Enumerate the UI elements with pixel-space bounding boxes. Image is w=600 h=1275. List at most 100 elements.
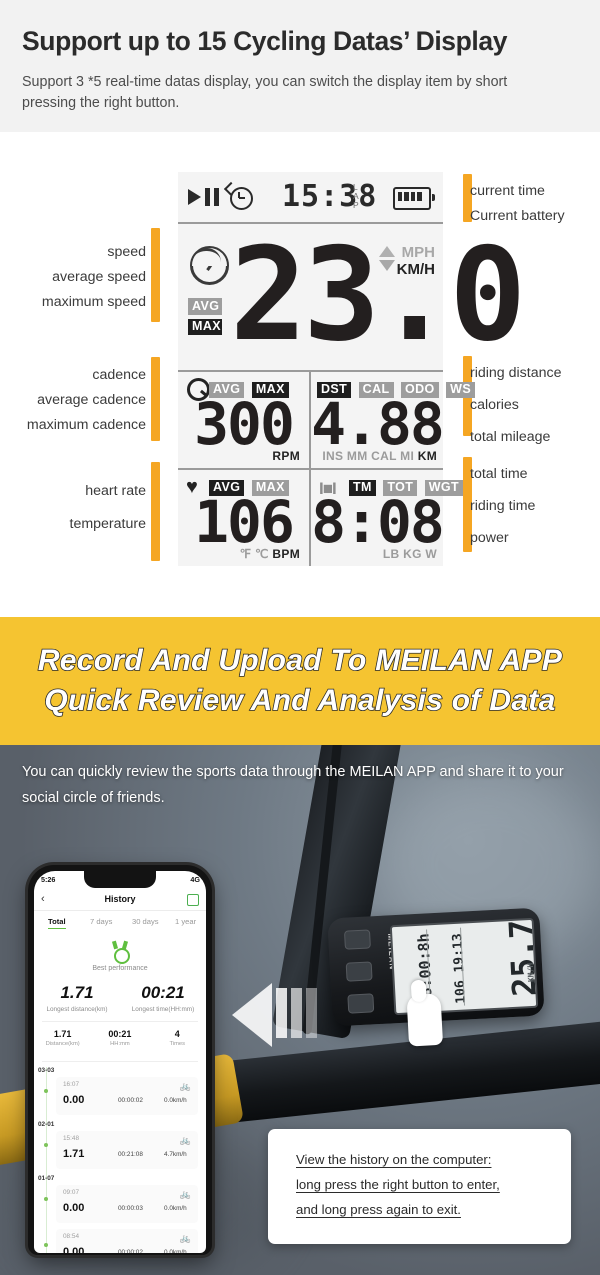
total-time-value: 00:21 xyxy=(108,1029,132,1039)
lcd-cadence-cell: AVG MAX 300 RPM xyxy=(178,372,309,468)
annotation-bar-cadence-group xyxy=(151,357,160,441)
power-units: LB KG W xyxy=(383,547,437,561)
page-subtitle: Support 3 *5 real-time datas display, yo… xyxy=(22,74,508,111)
bike-computer-device: MEILAN 18:00:8h 106 19:13 25.7 KM/H xyxy=(327,907,545,1047)
longest-time-value: 00:21 xyxy=(141,983,185,1002)
lcd-time-value: 8:08 xyxy=(311,488,445,556)
timeline-dot-4 xyxy=(43,1243,48,1247)
lcd-time-power-cell: I■I TM TOT WGT 8:08 LB KG W xyxy=(311,470,464,566)
cadence-unit-rpm: RPM xyxy=(272,449,300,463)
list-item[interactable]: 08:54 🚲 0.00 00:00:02 0.0km/h xyxy=(56,1229,198,1253)
lcd-lap-indicator: L A P xyxy=(353,182,359,211)
lcd-speed-cell: AVG MAX 23.0 MPH KM/H xyxy=(178,224,526,370)
longest-distance-label: Longest distance(km) xyxy=(46,1006,108,1013)
motion-bar-1 xyxy=(276,988,287,1038)
ride-speed-4: 0.0km/h xyxy=(164,1249,187,1253)
tab-30-days[interactable]: 30 days xyxy=(132,917,159,926)
app-nav-bar: ‹ History xyxy=(34,890,206,911)
ride-time-3: 09:07 xyxy=(63,1189,79,1196)
distance-ws-badge: WS xyxy=(446,381,476,398)
distance-unit-mi: MI xyxy=(400,449,415,463)
arrow-down-icon xyxy=(379,260,395,271)
timeline-dot-3 xyxy=(43,1197,48,1201)
heart-unit-f: ℉ xyxy=(239,547,252,561)
ride-day-2: 02-01 xyxy=(38,1121,55,1128)
annotation-heart-rate: heart rate xyxy=(85,483,146,499)
device-field-4: KM/H xyxy=(525,962,536,983)
speed-trend-arrows xyxy=(379,246,395,271)
distance-units: INS MM CAL MI KM xyxy=(322,449,437,463)
bike-icon: 🚲 xyxy=(179,1081,191,1091)
bike-icon: 🚲 xyxy=(179,1233,191,1243)
calendar-icon[interactable] xyxy=(187,894,199,906)
total-distance-value: 1.71 xyxy=(53,1029,72,1039)
banner-text: Record And Upload To MEILAN APP Quick Re… xyxy=(0,641,600,721)
tab-1-year[interactable]: 1 year xyxy=(175,917,196,926)
lcd-heartrate-value: 106 xyxy=(194,488,295,556)
ride-distance-3: 0.00 xyxy=(63,1202,85,1214)
power-icon[interactable] xyxy=(343,929,371,950)
tab-7-days[interactable]: 7 days xyxy=(90,917,112,926)
speed-unit-kmh: KM/H xyxy=(396,261,435,278)
divider-2 xyxy=(42,1061,198,1062)
menu-icon[interactable] xyxy=(347,993,375,1014)
device-field-2: 106 19:13 xyxy=(450,932,469,1005)
battery-full-icon xyxy=(393,187,435,210)
annotation-cadence: cadence xyxy=(92,367,146,383)
lcd-heartrate-cell: ♥ AVG MAX 106 ℉ ℃ BPM xyxy=(178,470,309,566)
list-item[interactable]: 15:48 🚲 1.71 00:21:08 4.7km/h xyxy=(56,1131,198,1169)
annotation-power: power xyxy=(470,530,509,546)
medal-icon xyxy=(111,940,130,964)
arrow-left-icon xyxy=(232,983,272,1047)
status-time: 5:26 xyxy=(41,875,56,884)
ride-distance-2: 1.71 xyxy=(63,1148,85,1160)
longest-time-stat: 00:21 Longest time(HH:mm) xyxy=(120,983,206,1013)
pause-icon-bar2 xyxy=(214,188,219,206)
total-times-value: 4 xyxy=(174,1029,180,1039)
annotation-current-time: current time xyxy=(470,183,545,199)
lcd-current-time: 15:38 xyxy=(282,179,378,214)
ride-duration-1: 00:00:02 xyxy=(118,1097,143,1104)
annotation-total-mileage: total mileage xyxy=(470,429,551,445)
ride-day-3: 01-07 xyxy=(38,1175,55,1182)
power-unit-lb: LB xyxy=(382,547,400,561)
distance-unit-ins: INS xyxy=(322,449,344,463)
tab-total[interactable]: Total xyxy=(48,917,66,929)
callout-line-1: View the history on the computer: xyxy=(296,1152,492,1167)
heart-unit-c: ℃ xyxy=(255,547,269,561)
speed-avg-max-badges: AVG MAX xyxy=(188,298,222,339)
longest-distance-stat: 1.71 Longest distance(km) xyxy=(34,983,120,1013)
longest-time-label: Longest time(HH:mm) xyxy=(131,1006,195,1013)
list-item[interactable]: 16:07 🚲 0.00 00:00:02 0.0km/h xyxy=(56,1077,198,1115)
callout-text: View the history on the computer: long p… xyxy=(296,1147,551,1222)
ride-distance-1: 0.00 xyxy=(63,1094,85,1106)
speed-unit-mph: MPH xyxy=(401,244,435,261)
bike-icon: 🚲 xyxy=(179,1189,191,1199)
ride-duration-3: 00:00:03 xyxy=(118,1205,143,1212)
lcd-status-row: 15:38 L A P xyxy=(178,172,443,222)
banner-section: Record And Upload To MEILAN APP Quick Re… xyxy=(0,617,600,745)
lcd-vertical-separator-2 xyxy=(309,470,311,566)
phone-mockup: 5:26 4G ‹ History Total 7 days 30 days 1… xyxy=(28,865,212,1255)
pause-icon[interactable] xyxy=(345,961,373,982)
lcd-distance-value: 4.88 xyxy=(311,390,445,458)
annotation-maximum-speed: maximum speed xyxy=(41,294,146,310)
power-unit-kg: KG xyxy=(403,547,422,561)
total-time-stat: 00:21 HH:mm xyxy=(91,1029,148,1047)
annotation-speed: speed xyxy=(107,244,146,260)
divider-1 xyxy=(42,1021,198,1022)
callout-box: View the history on the computer: long p… xyxy=(268,1129,571,1244)
ride-time-2: 15:48 xyxy=(63,1135,79,1142)
timeline-dot-1 xyxy=(43,1089,48,1093)
app-title: History xyxy=(104,894,136,904)
photo-section: You can quickly review the sports data t… xyxy=(0,745,600,1275)
app-tabs: Total 7 days 30 days 1 year xyxy=(34,917,206,935)
callout-line-2: long press the right button to enter, xyxy=(296,1177,500,1192)
list-item[interactable]: 09:07 🚲 0.00 00:00:03 0.0km/h xyxy=(56,1185,198,1223)
ride-distance-4: 0.00 xyxy=(63,1246,85,1253)
device-field-3: 25.7 xyxy=(501,918,539,998)
best-performance-label: Best performance xyxy=(92,965,148,972)
distance-unit-mm: MM xyxy=(346,449,368,463)
annotation-riding-time: riding time xyxy=(470,498,536,514)
annotation-average-cadence: average cadence xyxy=(37,392,146,408)
